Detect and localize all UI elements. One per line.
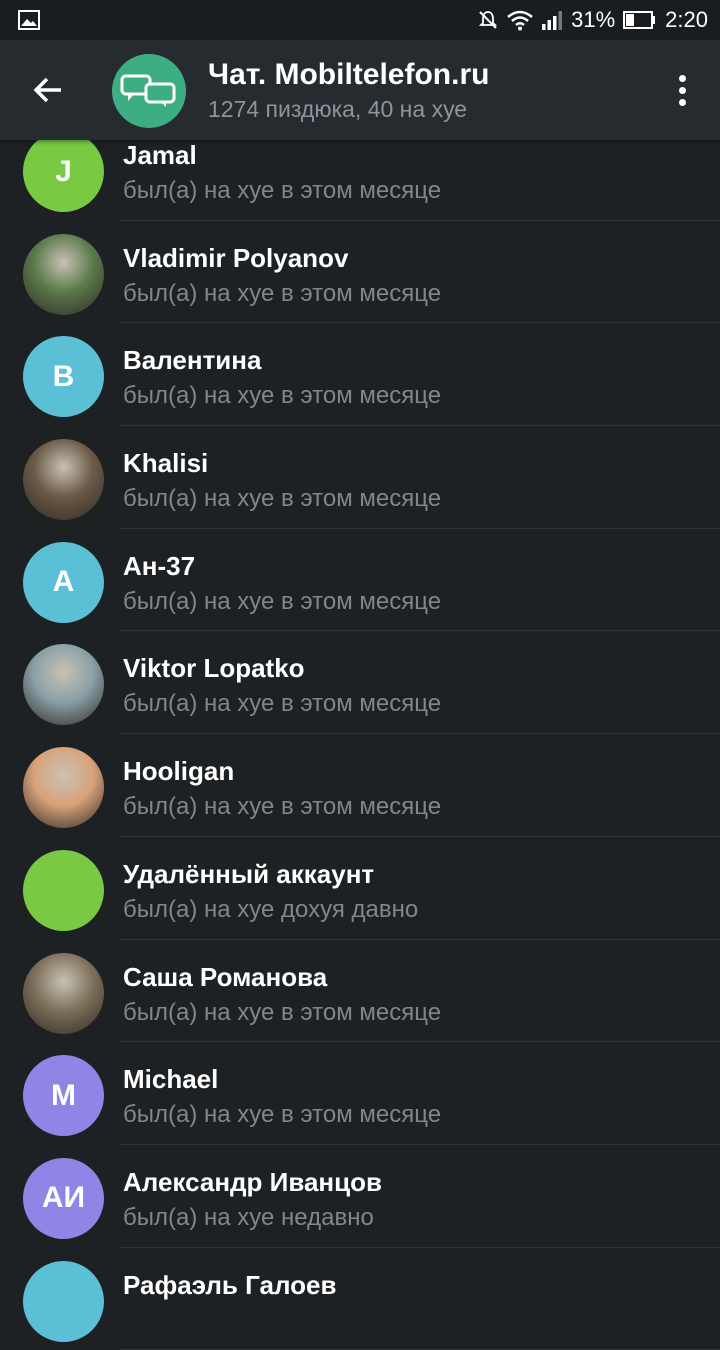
member-row[interactable]: Hooligan был(а) на хуе в этом месяце bbox=[0, 734, 720, 837]
battery-icon bbox=[623, 11, 657, 29]
member-name: Vladimir Polyanov bbox=[123, 242, 349, 273]
member-avatar bbox=[23, 849, 104, 931]
group-avatar[interactable] bbox=[112, 54, 186, 128]
wifi-icon bbox=[507, 9, 533, 31]
member-name: Viktor Lopatko bbox=[123, 653, 305, 684]
chat-subtitle: 1274 пиздюка, 40 на хуе bbox=[208, 96, 468, 122]
member-name: Удалённый аккаунт bbox=[123, 858, 375, 889]
member-initials: АИ bbox=[41, 1181, 86, 1215]
chat-title[interactable]: Чат. Mobiltelefon.ru bbox=[208, 58, 489, 92]
member-initials: J bbox=[55, 154, 72, 188]
member-last-seen: был(а) на хуе в этом месяце bbox=[123, 382, 442, 410]
member-last-seen: был(а) на хуе в этом месяце bbox=[123, 690, 442, 718]
more-dot-icon bbox=[678, 74, 686, 82]
member-initials: В bbox=[52, 359, 75, 393]
mute-icon bbox=[477, 9, 499, 31]
member-photo-avatar bbox=[23, 439, 104, 521]
group-chat-icon bbox=[120, 74, 176, 107]
member-row[interactable]: Рафаэль Галоев bbox=[0, 1248, 720, 1350]
member-name: Валентина bbox=[123, 345, 262, 376]
member-name: Hooligan bbox=[123, 756, 235, 787]
chat-header: Чат. Mobiltelefon.ru 1274 пиздюка, 40 на… bbox=[0, 40, 720, 140]
member-name: Khalisi bbox=[123, 448, 209, 479]
member-initials: M bbox=[51, 1078, 76, 1112]
member-name: Michael bbox=[123, 1064, 219, 1095]
member-row[interactable]: В Валентина был(а) на хуе в этом месяце bbox=[0, 323, 720, 427]
status-bar: 31% 2:20 bbox=[0, 0, 720, 40]
member-name: Александр Иванцов bbox=[123, 1166, 382, 1197]
member-row[interactable]: Удалённый аккаунт был(а) на хуе дохуя дав… bbox=[0, 837, 720, 940]
member-avatar: А bbox=[23, 541, 104, 623]
member-avatar: J bbox=[23, 131, 104, 212]
clock: 2:20 bbox=[665, 7, 708, 32]
member-last-seen: был(а) на хуе в этом месяце bbox=[123, 587, 442, 615]
member-row[interactable]: А Ан-37 был(а) на хуе в этом месяце bbox=[0, 529, 720, 632]
member-name: Саша Романова bbox=[123, 961, 328, 992]
more-dot-icon bbox=[678, 98, 686, 106]
member-row[interactable]: АИ Александр Иванцов был(а) на хуе недавно bbox=[0, 1145, 720, 1248]
image-notification-icon bbox=[18, 10, 40, 30]
member-name: Jamal bbox=[123, 140, 197, 170]
member-last-seen: был(а) на хуе дохуя давно bbox=[123, 895, 419, 923]
member-row[interactable]: M Michael был(а) на хуе в этом месяце bbox=[0, 1042, 720, 1145]
back-arrow-icon bbox=[33, 77, 61, 103]
member-photo-avatar bbox=[23, 644, 104, 726]
member-initials: А bbox=[52, 565, 75, 599]
more-options-button[interactable] bbox=[670, 70, 694, 110]
member-last-seen: был(а) на хуе в этом месяце bbox=[123, 279, 442, 307]
battery-percent: 31% bbox=[571, 7, 616, 32]
member-avatar: В bbox=[23, 336, 104, 418]
member-list: J Jamal был(а) на хуе в этом месяце Vladimi… bbox=[0, 118, 720, 1350]
more-dot-icon bbox=[678, 86, 686, 94]
signal-icon bbox=[541, 10, 563, 30]
member-row[interactable]: Viktor Lopatko был(а) на хуе в этом месяц… bbox=[0, 631, 720, 735]
member-last-seen: был(а) на хуе в этом месяце bbox=[123, 485, 442, 513]
member-avatar: M bbox=[23, 1055, 104, 1137]
member-name: Ан-37 bbox=[123, 550, 196, 581]
member-last-seen: был(а) на хуе недавно bbox=[123, 1203, 374, 1231]
member-last-seen: был(а) на хуе в этом месяце bbox=[123, 177, 442, 204]
member-name: Рафаэль Галоев bbox=[123, 1269, 337, 1300]
member-row[interactable]: Vladimir Polyanov был(а) на хуе в этом ме… bbox=[0, 221, 720, 324]
member-avatar: АИ bbox=[23, 1157, 104, 1239]
member-last-seen: был(а) на хуе в этом месяце bbox=[123, 1101, 442, 1129]
member-photo-avatar bbox=[23, 952, 104, 1034]
member-last-seen: был(а) на хуе в этом месяце bbox=[123, 793, 442, 821]
member-row[interactable]: Саша Романова был(а) на хуе в этом месяце bbox=[0, 940, 720, 1043]
member-last-seen: был(а) на хуе в этом месяце bbox=[123, 998, 442, 1026]
member-avatar bbox=[23, 1260, 104, 1342]
back-button[interactable] bbox=[22, 66, 74, 114]
member-photo-avatar bbox=[23, 747, 104, 829]
member-photo-avatar bbox=[23, 233, 104, 315]
member-row[interactable]: Khalisi был(а) на хуе в этом месяце bbox=[0, 426, 720, 529]
